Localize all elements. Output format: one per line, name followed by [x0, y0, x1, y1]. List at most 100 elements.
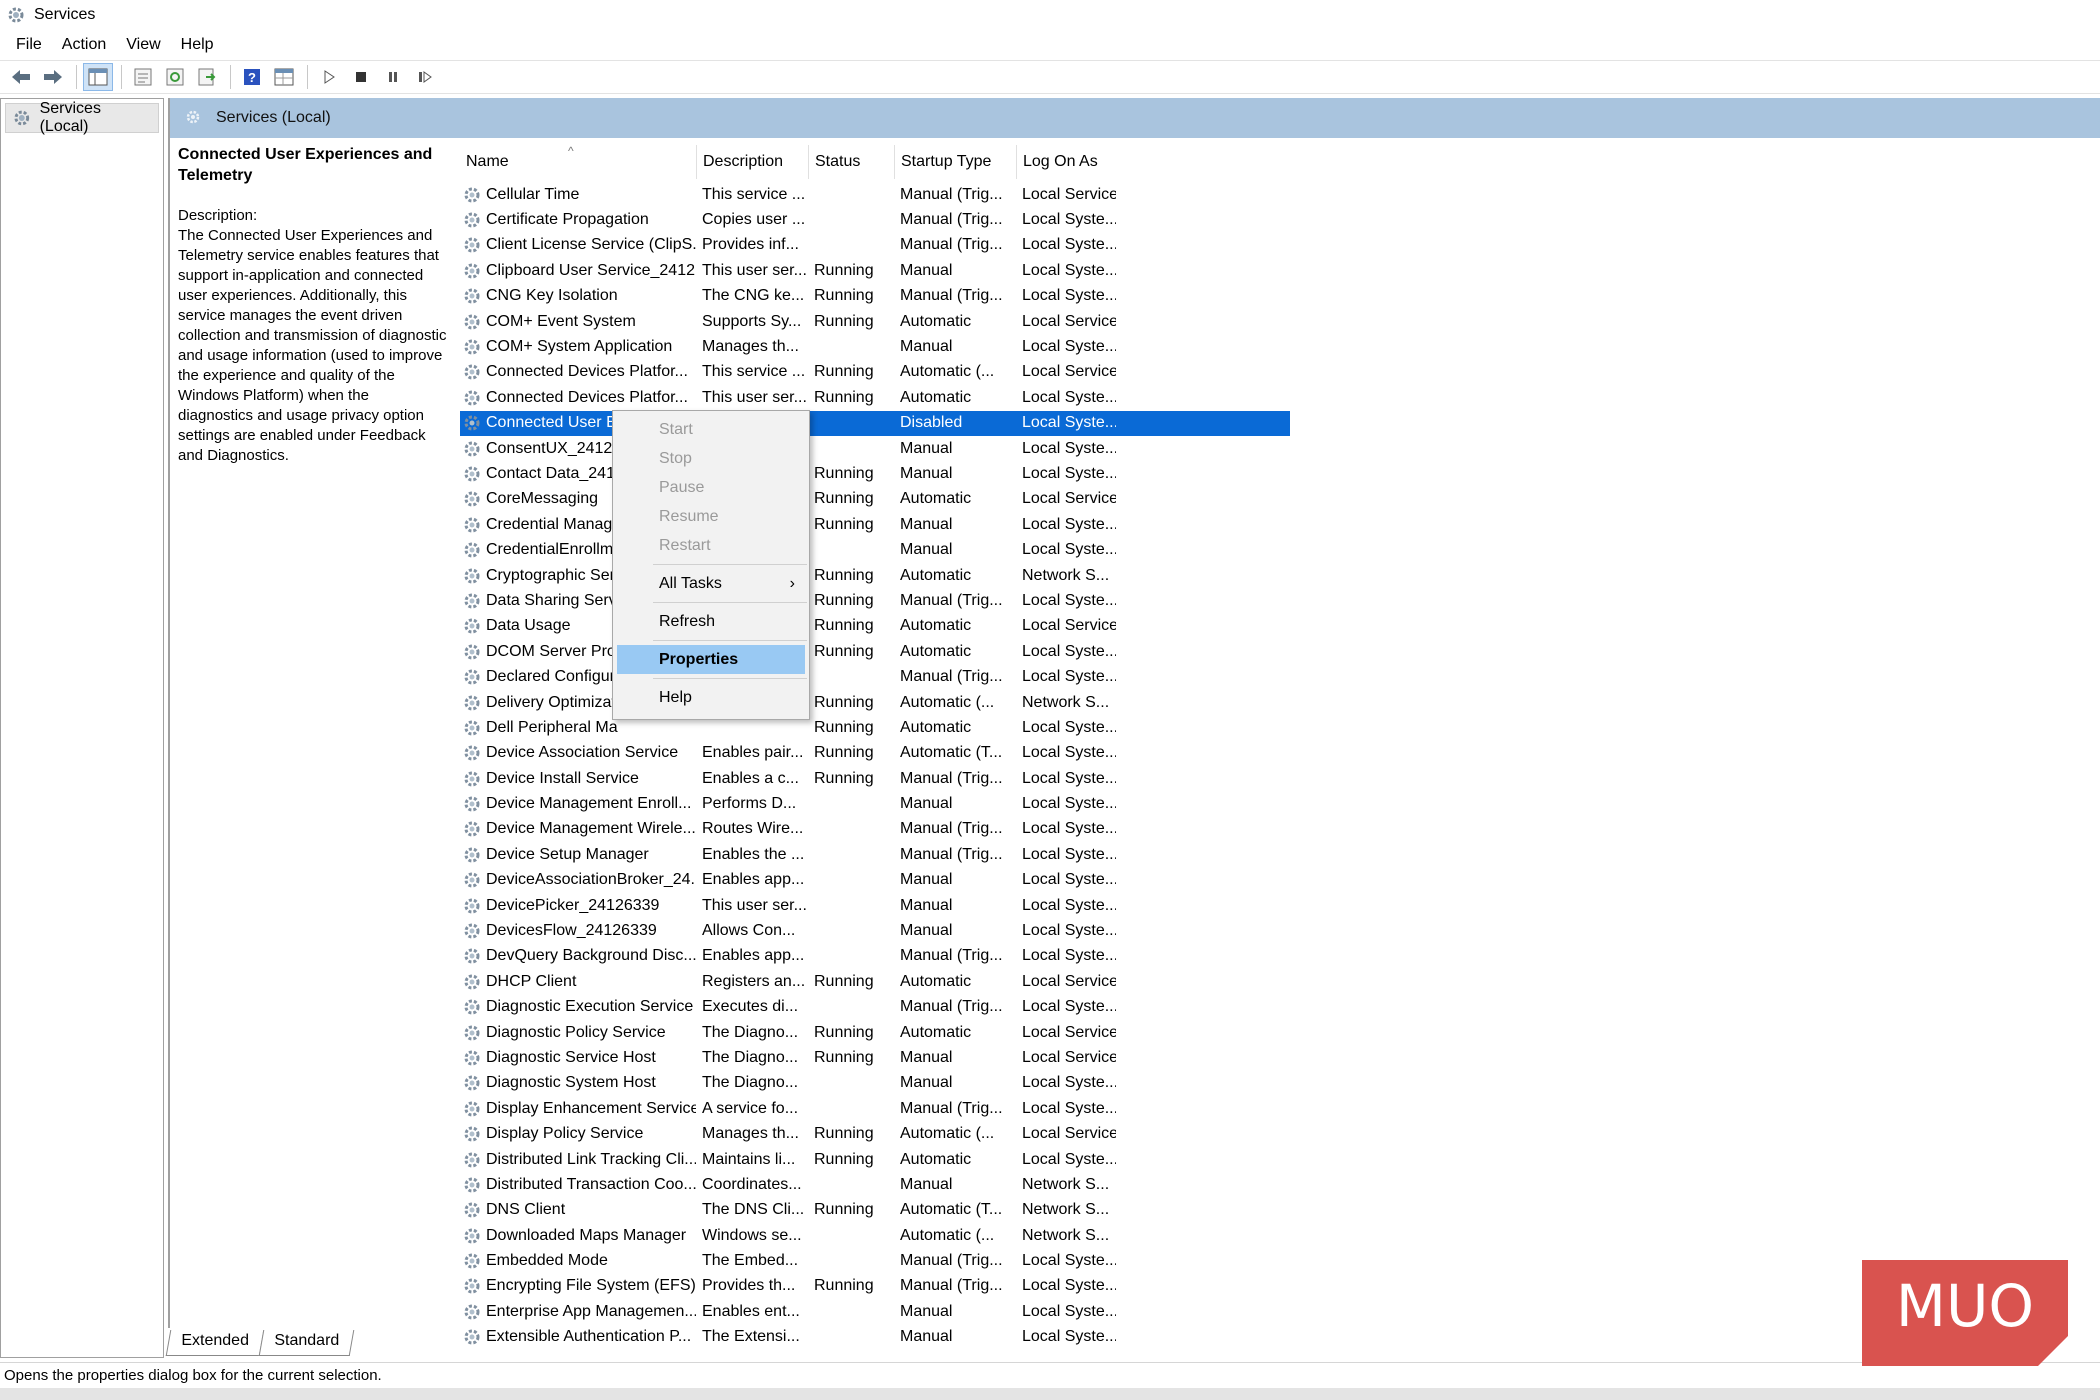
cell-startup: Manual (Trig... [900, 211, 1003, 229]
table-row[interactable]: Extensible Authentication P... The Extens… [460, 1325, 1290, 1350]
show-hide-tree-icon[interactable] [83, 63, 113, 91]
context-menu-separator [653, 678, 807, 679]
table-row[interactable]: DevicesFlow_24126339 Allows Con... Manual L… [460, 918, 1290, 943]
table-row[interactable]: Distributed Link Tracking Cli... Maintain… [460, 1147, 1290, 1172]
export-list-icon[interactable] [192, 63, 222, 91]
table-row[interactable]: Device Management Wirele... Routes Wire..… [460, 817, 1290, 842]
cell-logon: Local Service [1022, 363, 1116, 381]
table-row[interactable]: CNG Key Isolation The CNG ke... Running Man… [460, 284, 1290, 309]
resume-icon[interactable] [410, 63, 440, 91]
table-row[interactable]: DNS Client The DNS Cli... Running Automatic… [460, 1198, 1290, 1223]
table-row[interactable]: Delivery Optimizat Running Automatic (... N… [460, 690, 1290, 715]
table-row[interactable]: Certificate Propagation Copies user ... Ma… [460, 207, 1290, 232]
toolbar: ? [0, 60, 2100, 94]
context-menu-stop[interactable]: Stop [613, 444, 809, 473]
column-header-startup-type[interactable]: Startup Type [894, 145, 1016, 179]
play-icon[interactable] [314, 63, 344, 91]
service-name: Cryptographic Ser [486, 566, 615, 584]
table-row[interactable]: Device Setup Manager Enables the ... Manua… [460, 842, 1290, 867]
forward-arrow-icon[interactable] [38, 63, 68, 91]
menu-action[interactable]: Action [52, 36, 116, 54]
table-row[interactable]: COM+ Event System Supports Sy... Running Au… [460, 309, 1290, 334]
table-row[interactable]: Downloaded Maps Manager Windows se... Auto… [460, 1223, 1290, 1248]
cell-startup: Automatic [900, 490, 972, 508]
context-menu-help[interactable]: Help [613, 683, 809, 712]
context-menu-start[interactable]: Start [613, 415, 809, 444]
table-row[interactable]: Client License Service (ClipS... Provides… [460, 233, 1290, 258]
table-row[interactable]: Embedded Mode The Embed... Manual (Trig...… [460, 1248, 1290, 1273]
table-row[interactable]: Device Association Service Enables pair..… [460, 741, 1290, 766]
table-row[interactable]: Device Management Enroll... Performs D...… [460, 791, 1290, 816]
table-row[interactable]: CredentialEnrollme Manual Local Syste... [460, 537, 1290, 562]
table-row[interactable]: Cellular Time This service ... Manual (Tri… [460, 182, 1290, 207]
table-row[interactable]: Dell Peripheral Ma Running Automatic Local … [460, 715, 1290, 740]
table-row[interactable]: Diagnostic Policy Service The Diagno... Ru… [460, 1020, 1290, 1045]
table-row[interactable]: DeviceAssociationBroker_24... Enables app… [460, 868, 1290, 893]
table-row[interactable]: Data Sharing Servi Running Manual (Trig...… [460, 588, 1290, 613]
table-row[interactable]: Connected User ExperienceThe Connec...Di… [460, 410, 1290, 436]
refresh-icon[interactable] [160, 63, 190, 91]
service-gear-icon [464, 1050, 480, 1066]
cell-name: Dell Peripheral Ma [460, 718, 696, 738]
cell-name: Enterprise App Managemen... [460, 1302, 696, 1322]
column-header-description[interactable]: Description [696, 145, 808, 179]
table-row[interactable]: DevQuery Background Disc... Enables app..… [460, 944, 1290, 969]
cell-logon: Local Syste... [1022, 261, 1116, 279]
table-row[interactable]: Distributed Transaction Coo... Coordinate… [460, 1172, 1290, 1197]
tree-item-services-local[interactable]: Services (Local) [5, 100, 159, 135]
table-row[interactable]: ConsentUX_241263 Manual Local Syste... [460, 436, 1290, 461]
context-menu-resume[interactable]: Resume [613, 502, 809, 531]
table-row[interactable]: Connected Devices Platfor... This service… [460, 360, 1290, 385]
cell-startup: Automatic (... [900, 1125, 995, 1143]
table-row[interactable]: Clipboard User Service_2412... This user … [460, 258, 1290, 283]
cell-desc: This user ser... [702, 896, 807, 914]
column-header-log-on-as[interactable]: Log On As [1016, 145, 1116, 179]
tab-extended-label: Extended [181, 1332, 249, 1349]
table-row[interactable]: Connected Devices Platfor... This user se… [460, 385, 1290, 410]
table-row[interactable]: Display Enhancement Service A service fo.… [460, 1096, 1290, 1121]
table-row[interactable]: Data Usage Running Automatic Local Service [460, 614, 1290, 639]
service-name: Dell Peripheral Ma [486, 718, 618, 736]
back-arrow-icon[interactable] [6, 63, 36, 91]
stop-icon[interactable] [346, 63, 376, 91]
table-row[interactable]: Declared Configur Manual (Trig... Local Sy… [460, 664, 1290, 689]
service-gear-icon [464, 542, 480, 558]
table-row[interactable]: Diagnostic System Host The Diagno... Manua… [460, 1071, 1290, 1096]
cell-startup: Manual (Trig... [900, 998, 1003, 1016]
table-row[interactable]: Display Policy Service Manages th... Runni… [460, 1121, 1290, 1146]
table-row[interactable]: Contact Data_2412 Running Manual Local Syst… [460, 461, 1290, 486]
service-name: COM+ System Application [486, 338, 673, 356]
table-row[interactable]: COM+ System Application Manages th... Manu… [460, 334, 1290, 359]
menu-file[interactable]: File [6, 36, 52, 54]
cell-name: Device Management Enroll... [460, 794, 696, 814]
cell-desc: The Extensi... [702, 1328, 800, 1346]
table-row[interactable]: DHCP Client Registers an... Running Automat… [460, 969, 1290, 994]
tab-extended[interactable]: Extended [165, 1330, 264, 1356]
context-menu-properties[interactable]: Properties [617, 645, 805, 674]
list-header: Name Description Status Startup Type Log… [460, 142, 1290, 182]
table-row[interactable]: DevicePicker_24126339 This user ser... Man… [460, 893, 1290, 918]
table-row[interactable]: DCOM Server Proc Running Automatic Local Sy… [460, 639, 1290, 664]
table-row[interactable]: Diagnostic Service Host The Diagno... Runn… [460, 1045, 1290, 1070]
table-row[interactable]: Credential Manage Running Manual Local Syst… [460, 512, 1290, 537]
table-row[interactable]: Enterprise App Managemen... Enables ent..… [460, 1299, 1290, 1324]
console-view-icon[interactable] [269, 63, 299, 91]
table-row[interactable]: Device Install Service Enables a c... Runn… [460, 766, 1290, 791]
cell-logon: Local Syste... [1022, 236, 1116, 254]
column-header-status[interactable]: Status [808, 145, 894, 179]
pause-icon[interactable] [378, 63, 408, 91]
help-icon[interactable]: ? [237, 63, 267, 91]
context-menu-refresh[interactable]: Refresh [613, 607, 809, 636]
table-row[interactable]: CoreMessaging Running Automatic Local Servi… [460, 487, 1290, 512]
tab-standard[interactable]: Standard [258, 1330, 354, 1356]
context-menu-all-tasks[interactable]: All Tasks › [613, 569, 809, 598]
menu-view[interactable]: View [116, 36, 170, 54]
column-header-name[interactable]: Name [460, 145, 696, 179]
table-row[interactable]: Diagnostic Execution Service Executes di.… [460, 995, 1290, 1020]
table-row[interactable]: Cryptographic Ser Running Automatic Network… [460, 563, 1290, 588]
context-menu-pause[interactable]: Pause [613, 473, 809, 502]
menu-help[interactable]: Help [171, 36, 224, 54]
context-menu-restart[interactable]: Restart [613, 531, 809, 560]
properties-icon[interactable] [128, 63, 158, 91]
table-row[interactable]: Encrypting File System (EFS) Provides th.… [460, 1274, 1290, 1299]
